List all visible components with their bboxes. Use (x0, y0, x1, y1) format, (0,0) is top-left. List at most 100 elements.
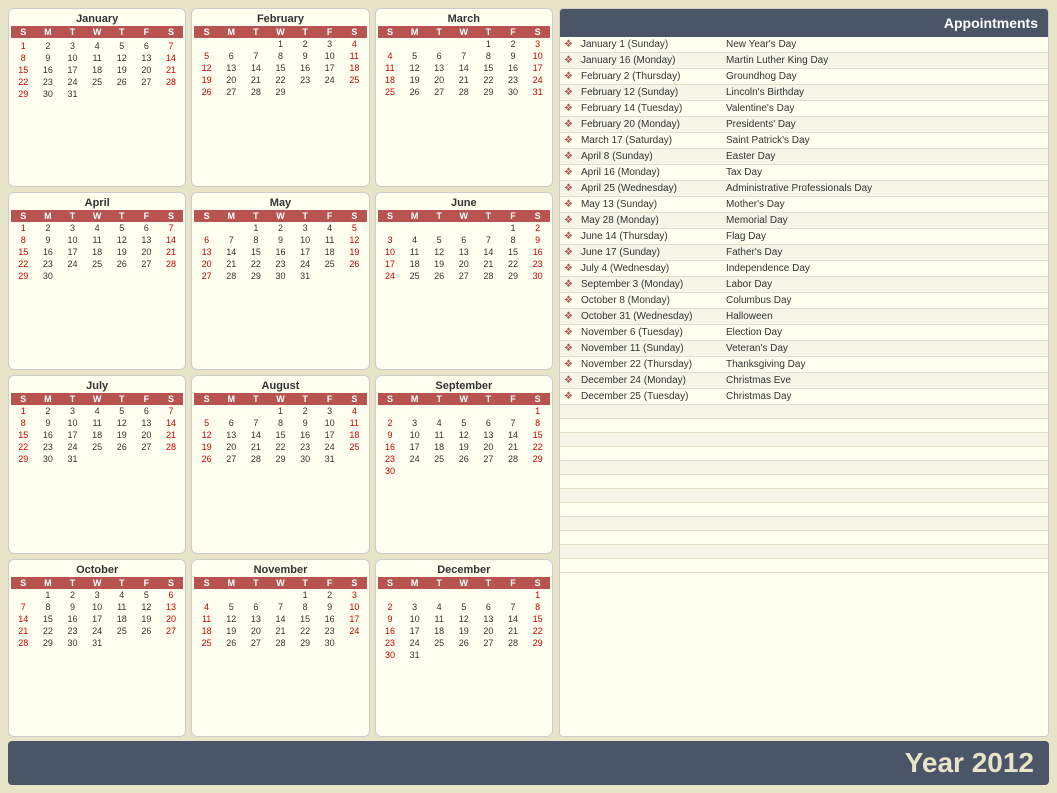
calendar-day: 12 (134, 601, 159, 613)
calendar-day: 6 (476, 601, 501, 613)
appointment-holiday: Columbus Day (722, 293, 1048, 309)
empty-appointment-row (560, 405, 1048, 419)
calendar-day: 8 (244, 234, 269, 246)
calendar-day: 9 (293, 417, 318, 429)
calendar-day: 22 (525, 441, 550, 453)
day-header: T (427, 210, 452, 222)
appointment-holiday: Lincoln's Birthday (722, 85, 1048, 101)
month-header: October (11, 562, 183, 577)
calendar-day: 17 (317, 429, 342, 441)
calendar-day: 1 (525, 405, 550, 417)
calendar-day: 27 (194, 270, 219, 282)
calendar-day: 14 (501, 613, 526, 625)
day-header: S (525, 577, 550, 589)
calendar-day: 20 (159, 613, 184, 625)
appointment-date: September 3 (Monday) (577, 277, 722, 293)
day-header: T (476, 393, 501, 405)
calendar-day: 18 (427, 441, 452, 453)
calendar-day (134, 88, 159, 100)
calendar-day (378, 38, 403, 50)
day-header: F (317, 577, 342, 589)
calendar-day: 19 (109, 429, 134, 441)
empty-cell (722, 489, 1048, 503)
calendar-day: 15 (36, 613, 61, 625)
day-header: T (476, 210, 501, 222)
calendar-day: 26 (427, 270, 452, 282)
calendar-day: 23 (378, 637, 403, 649)
calendar-day (293, 86, 318, 98)
calendar-day: 7 (501, 601, 526, 613)
calendar-day: 25 (342, 74, 367, 86)
day-header: T (109, 26, 134, 38)
calendar-day: 4 (85, 405, 110, 417)
day-header: W (85, 393, 110, 405)
calendar-day (134, 270, 159, 282)
day-header: T (293, 393, 318, 405)
appointment-holiday: Halloween (722, 309, 1048, 325)
calendar-day: 7 (11, 601, 36, 613)
empty-cell (577, 545, 722, 559)
calendar-day (427, 38, 452, 50)
calendar-day: 30 (36, 270, 61, 282)
calendar-day: 27 (134, 258, 159, 270)
calendar-day: 11 (402, 246, 427, 258)
appointment-date: February 2 (Thursday) (577, 69, 722, 85)
calendar-day: 3 (317, 405, 342, 417)
calendar-day (194, 38, 219, 50)
appointment-date: May 13 (Sunday) (577, 197, 722, 213)
calendar-day: 1 (268, 405, 293, 417)
calendar-day: 5 (219, 601, 244, 613)
calendar-day: 22 (244, 258, 269, 270)
bullet-icon: ❖ (560, 85, 577, 101)
calendar-day (501, 589, 526, 601)
day-header: M (219, 210, 244, 222)
calendar-day: 21 (476, 258, 501, 270)
calendar-day: 3 (85, 589, 110, 601)
appointment-row: ❖June 17 (Sunday)Father's Day (560, 245, 1048, 261)
calendar-day: 20 (476, 625, 501, 637)
calendar-day: 14 (11, 613, 36, 625)
calendar-day (342, 86, 367, 98)
calendar-day: 2 (36, 40, 61, 52)
appointment-row: ❖January 1 (Sunday)New Year's Day (560, 37, 1048, 53)
calendar-day: 1 (501, 222, 526, 234)
calendar-day: 10 (293, 234, 318, 246)
calendar-day: 13 (134, 52, 159, 64)
calendar-day: 17 (525, 62, 550, 74)
appointment-holiday: Presidents' Day (722, 117, 1048, 133)
calendar-day: 19 (109, 64, 134, 76)
appointment-holiday: Christmas Eve (722, 373, 1048, 389)
calendar-day: 8 (525, 417, 550, 429)
calendar-day: 27 (134, 76, 159, 88)
empty-cell (560, 517, 577, 531)
calendar-day (525, 465, 550, 477)
calendar-day: 29 (501, 270, 526, 282)
calendar-august: AugustSMTWTFS123456789101112131415161718… (191, 375, 369, 554)
calendar-day: 5 (402, 50, 427, 62)
calendar-day: 3 (378, 234, 403, 246)
calendar-day: 21 (159, 64, 184, 76)
calendar-day: 16 (268, 246, 293, 258)
calendar-day: 3 (293, 222, 318, 234)
calendar-day: 16 (501, 62, 526, 74)
appointment-row: ❖February 2 (Thursday)Groundhog Day (560, 69, 1048, 85)
day-header: M (402, 577, 427, 589)
appointment-date: January 16 (Monday) (577, 53, 722, 69)
calendar-day: 10 (60, 417, 85, 429)
empty-cell (577, 447, 722, 461)
day-header: S (342, 210, 367, 222)
calendar-day (451, 649, 476, 661)
appointment-row: ❖November 6 (Tuesday)Election Day (560, 325, 1048, 341)
calendar-day: 21 (159, 246, 184, 258)
bullet-icon: ❖ (560, 357, 577, 373)
calendar-day: 3 (342, 589, 367, 601)
month-header: February (194, 11, 366, 26)
calendar-day: 18 (427, 625, 452, 637)
calendar-day: 5 (194, 50, 219, 62)
day-header: T (427, 26, 452, 38)
day-header: T (60, 393, 85, 405)
calendar-day: 17 (378, 258, 403, 270)
calendar-day: 8 (268, 417, 293, 429)
calendar-day: 1 (11, 222, 36, 234)
calendar-day: 27 (451, 270, 476, 282)
